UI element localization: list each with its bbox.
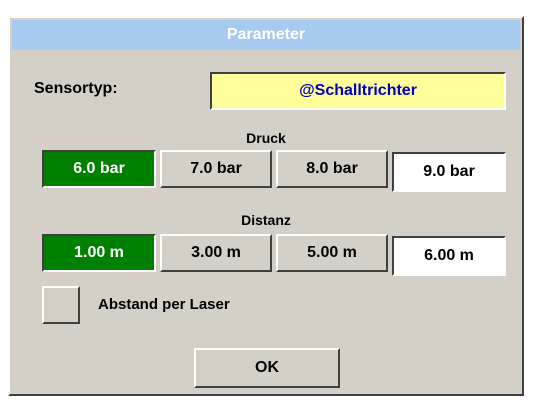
distance-custom-field[interactable]: 6.00 m [392, 236, 506, 276]
pressure-section-label: Druck [246, 130, 286, 146]
distance-section-label: Distanz [241, 212, 291, 228]
pressure-option-8-bar[interactable]: 8.0 bar [276, 150, 388, 188]
distance-option-1m[interactable]: 1.00 m [42, 234, 156, 272]
ok-button[interactable]: OK [194, 348, 340, 388]
pressure-option-6-bar[interactable]: 6.0 bar [42, 150, 156, 188]
dialog-title: Parameter [12, 20, 520, 50]
laser-checkbox[interactable] [42, 286, 80, 324]
pressure-custom-field[interactable]: 9.0 bar [392, 152, 506, 192]
sensor-type-label: Sensortyp: [34, 80, 118, 97]
distance-option-5m[interactable]: 5.00 m [276, 234, 388, 272]
pressure-option-7-bar[interactable]: 7.0 bar [160, 150, 272, 188]
sensor-type-field[interactable]: @Schalltrichter [210, 72, 506, 110]
parameter-dialog: Parameter Sensortyp: @Schalltrichter Dru… [8, 16, 524, 396]
laser-checkbox-label: Abstand per Laser [98, 296, 230, 313]
distance-option-3m[interactable]: 3.00 m [160, 234, 272, 272]
